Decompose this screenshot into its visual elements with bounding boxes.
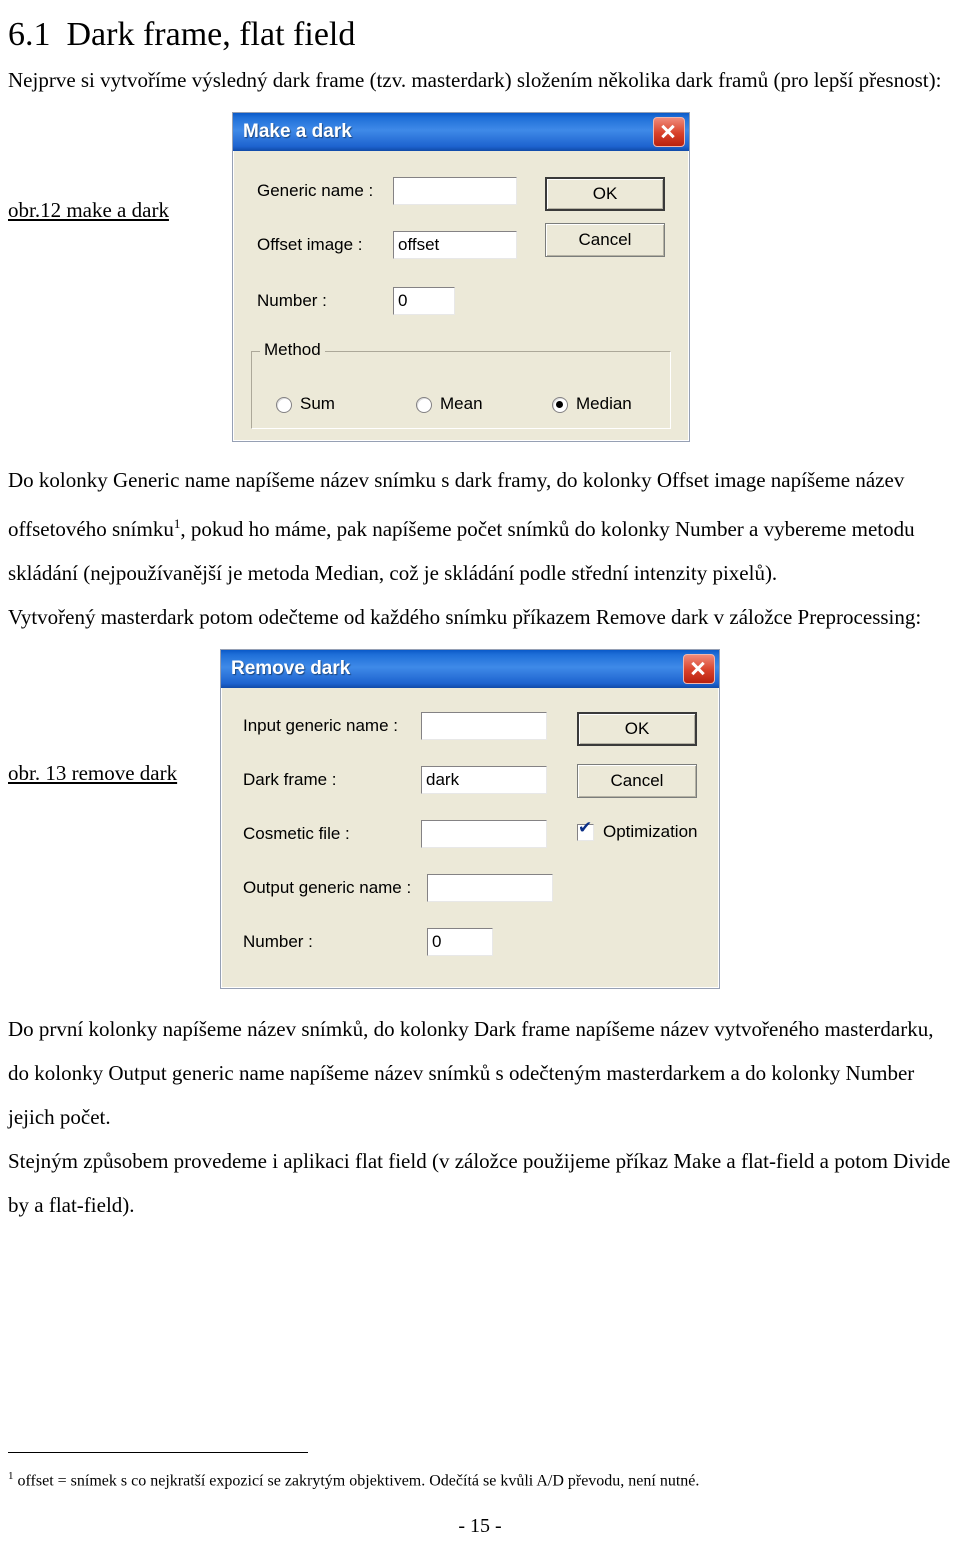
number-input[interactable]: 0 (427, 928, 493, 956)
offset-image-label: Offset image : (257, 235, 363, 254)
output-generic-name-input[interactable] (427, 874, 553, 902)
input-generic-name-input[interactable] (421, 712, 547, 740)
dialog-title: Remove dark (231, 658, 351, 679)
figure-remove-dark: obr. 13 remove dark Remove dark Input ge… (8, 649, 952, 1001)
generic-name-label: Generic name : (257, 181, 374, 200)
radio-mean[interactable]: Mean (416, 394, 483, 414)
output-generic-name-label: Output generic name : (243, 878, 412, 897)
page-title: 6.1 Dark frame, flat field (8, 16, 952, 54)
optimization-checkbox[interactable]: Optimization (577, 818, 697, 842)
document-page: 6.1 Dark frame, flat field Nejprve si vyt… (0, 0, 960, 1556)
ok-button[interactable]: OK (545, 177, 665, 211)
paragraph-flatfield: Stejným způsobem provedeme i aplikaci fl… (8, 1149, 951, 1217)
footnote-number: 1 (8, 1469, 14, 1482)
dialog-body: Generic name : Offset image : offset Num… (233, 151, 689, 439)
radio-median[interactable]: Median (552, 394, 632, 414)
close-icon[interactable] (683, 654, 715, 684)
page-number: - 15 - (458, 1515, 502, 1537)
dialog-titlebar: Make a dark (233, 113, 689, 151)
cancel-button[interactable]: Cancel (577, 764, 697, 798)
cancel-button[interactable]: Cancel (545, 223, 665, 257)
ok-button[interactable]: OK (577, 712, 697, 746)
paragraph-intro: Nejprve si vytvoříme výsledný dark frame… (8, 68, 942, 92)
number-label: Number : (257, 291, 327, 310)
paragraph-remove-dark-intro: Vytvořený masterdark potom odečteme od k… (8, 605, 922, 629)
dialog-make-a-dark: Make a dark Generic name : Offset image … (232, 112, 690, 442)
paragraph-block-tail: Do první kolonky napíšeme název snímků, … (8, 1007, 952, 1227)
method-group: Method Sum Mean Median (251, 340, 671, 429)
heading-text: Dark frame, flat field (66, 16, 356, 53)
paragraph-block-make-dark: Do kolonky Generic name napíšeme název s… (8, 458, 952, 639)
dialog-body: Input generic name : Dark frame : dark C… (221, 688, 719, 986)
method-group-label: Method (260, 340, 325, 360)
paragraph-generic-name: Do kolonky Generic name napíšeme název s… (8, 458, 952, 595)
close-icon[interactable] (653, 117, 685, 147)
number-label: Number : (243, 932, 313, 951)
footnote-area: 1 offset = snímek s co nejkratší expozic… (8, 1451, 952, 1494)
dialog-title: Make a dark (243, 121, 352, 142)
footnote-text: 1 offset = snímek s co nejkratší expozic… (8, 1463, 952, 1494)
cosmetic-file-input[interactable] (421, 820, 547, 848)
footnote-divider (8, 1451, 308, 1453)
page-content: 6.1 Dark frame, flat field Nejprve si vyt… (8, 0, 952, 1227)
radio-sum[interactable]: Sum (276, 394, 335, 414)
figure-caption-make-a-dark: obr.12 make a dark (8, 198, 169, 222)
offset-image-input[interactable]: offset (393, 231, 517, 259)
cosmetic-file-label: Cosmetic file : (243, 824, 350, 843)
dark-frame-label: Dark frame : (243, 770, 337, 789)
input-generic-name-label: Input generic name : (243, 716, 398, 735)
number-input[interactable]: 0 (393, 287, 455, 315)
dark-frame-input[interactable]: dark (421, 766, 547, 794)
dialog-remove-dark: Remove dark Input generic name : Dark fr… (220, 649, 720, 989)
heading-number: 6.1 (8, 16, 51, 53)
generic-name-input[interactable] (393, 177, 517, 205)
footnote-body: offset = snímek s co nejkratší expozicí … (17, 1472, 700, 1489)
figure-make-a-dark: obr.12 make a dark Make a dark Generic n… (8, 112, 952, 452)
dialog-titlebar: Remove dark (221, 650, 719, 688)
paragraph-remove-dark-howto: Do první kolonky napíšeme název snímků, … (8, 1017, 934, 1129)
figure-caption-remove-dark: obr. 13 remove dark (8, 761, 178, 785)
